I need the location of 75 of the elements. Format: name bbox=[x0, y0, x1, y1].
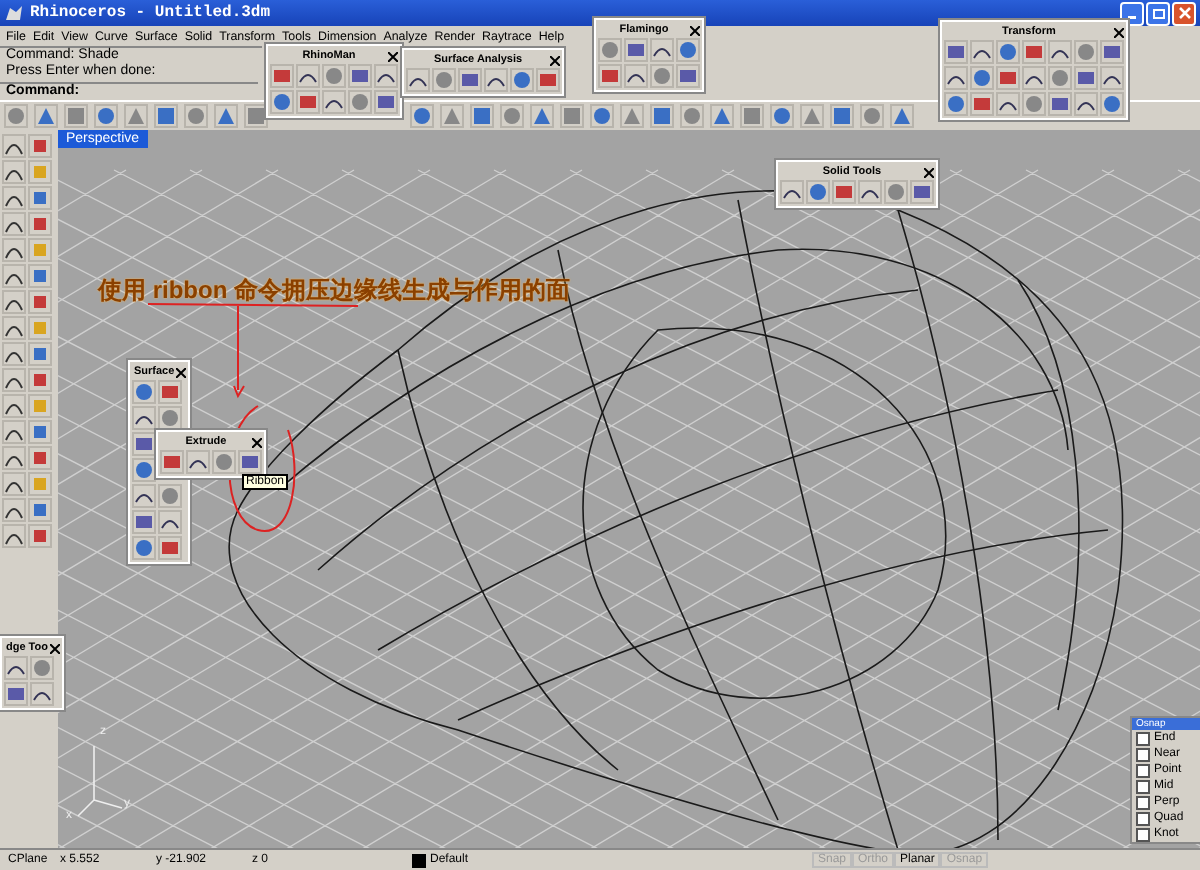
tool-icon[interactable] bbox=[30, 682, 54, 706]
tool-icon[interactable] bbox=[1048, 40, 1072, 64]
tool-icon[interactable] bbox=[1074, 66, 1098, 90]
tool-icon[interactable] bbox=[944, 66, 968, 90]
tool-icon[interactable] bbox=[1074, 92, 1098, 116]
tool-icon[interactable] bbox=[2, 316, 26, 340]
close-icon[interactable] bbox=[388, 51, 398, 61]
tool-icon[interactable] bbox=[2, 498, 26, 522]
checkbox[interactable] bbox=[1136, 779, 1150, 793]
tool-icon[interactable] bbox=[1022, 66, 1046, 90]
tool-icon[interactable] bbox=[2, 212, 26, 236]
tool-icon[interactable] bbox=[374, 64, 398, 88]
tool-icon[interactable] bbox=[2, 264, 26, 288]
tool-icon[interactable] bbox=[2, 368, 26, 392]
checkbox[interactable] bbox=[1136, 763, 1150, 777]
tool-icon[interactable] bbox=[406, 68, 430, 92]
tool-icon[interactable] bbox=[2, 342, 26, 366]
tool-icon[interactable] bbox=[296, 64, 320, 88]
tool-icon[interactable] bbox=[348, 64, 372, 88]
close-icon[interactable] bbox=[1114, 27, 1124, 37]
tool-icon[interactable] bbox=[1100, 66, 1124, 90]
close-button[interactable] bbox=[1172, 1, 1196, 25]
close-icon[interactable] bbox=[550, 55, 560, 65]
tool-icon[interactable] bbox=[458, 68, 482, 92]
tool-icon[interactable] bbox=[624, 64, 648, 88]
restore-button[interactable] bbox=[1146, 1, 1170, 25]
tool-icon[interactable] bbox=[132, 510, 156, 534]
tool-icon[interactable] bbox=[322, 90, 346, 114]
close-icon[interactable] bbox=[49, 643, 60, 653]
tool-icon[interactable] bbox=[780, 180, 804, 204]
tool-icon[interactable] bbox=[132, 432, 156, 456]
tool-icon[interactable] bbox=[2, 446, 26, 470]
close-icon[interactable] bbox=[176, 367, 187, 377]
tool-icon[interactable] bbox=[132, 406, 156, 430]
tool-icon[interactable] bbox=[238, 450, 262, 474]
tool-icon[interactable] bbox=[4, 656, 28, 680]
tool-icon[interactable] bbox=[650, 38, 674, 62]
tool-icon[interactable] bbox=[158, 510, 182, 534]
tool-icon[interactable] bbox=[970, 40, 994, 64]
tool-icon[interactable] bbox=[4, 682, 28, 706]
close-icon[interactable] bbox=[690, 25, 700, 35]
restore-icon bbox=[1151, 6, 1165, 20]
checkbox[interactable] bbox=[1136, 747, 1150, 761]
checkbox[interactable] bbox=[1136, 731, 1150, 745]
close-icon[interactable] bbox=[252, 437, 262, 447]
tool-icon[interactable] bbox=[484, 68, 508, 92]
tool-icon[interactable] bbox=[2, 472, 26, 496]
tool-icon[interactable] bbox=[2, 290, 26, 314]
close-icon[interactable] bbox=[924, 167, 934, 177]
tool-icon[interactable] bbox=[1100, 40, 1124, 64]
axes-icon bbox=[77, 745, 123, 817]
close-icon bbox=[1177, 6, 1191, 20]
tool-icon[interactable] bbox=[374, 90, 398, 114]
tool-icon[interactable] bbox=[910, 180, 934, 204]
tool-icon[interactable] bbox=[944, 40, 968, 64]
minimize-button[interactable] bbox=[1120, 1, 1144, 25]
tool-icon[interactable] bbox=[2, 238, 26, 262]
tool-icon[interactable] bbox=[2, 524, 26, 548]
tool-icon[interactable] bbox=[2, 134, 26, 158]
tool-icon[interactable] bbox=[1048, 92, 1072, 116]
tool-icon[interactable] bbox=[2, 420, 26, 444]
window-title: Rhinoceros - Untitled.3dm bbox=[30, 4, 271, 22]
checkbox[interactable] bbox=[1136, 827, 1150, 841]
checkbox[interactable] bbox=[1136, 795, 1150, 809]
tool-icon[interactable] bbox=[132, 484, 156, 508]
tool-icon[interactable] bbox=[186, 450, 210, 474]
tool-icon[interactable] bbox=[2, 186, 26, 210]
checkbox[interactable] bbox=[1136, 811, 1150, 825]
tool-icon[interactable] bbox=[624, 38, 648, 62]
tool-icon[interactable] bbox=[858, 180, 882, 204]
tool-icon[interactable] bbox=[996, 92, 1020, 116]
tool-icon[interactable] bbox=[2, 394, 26, 418]
tool-icon[interactable] bbox=[676, 64, 700, 88]
layer-swatch-icon bbox=[412, 853, 426, 867]
tool-icon[interactable] bbox=[2, 160, 26, 184]
